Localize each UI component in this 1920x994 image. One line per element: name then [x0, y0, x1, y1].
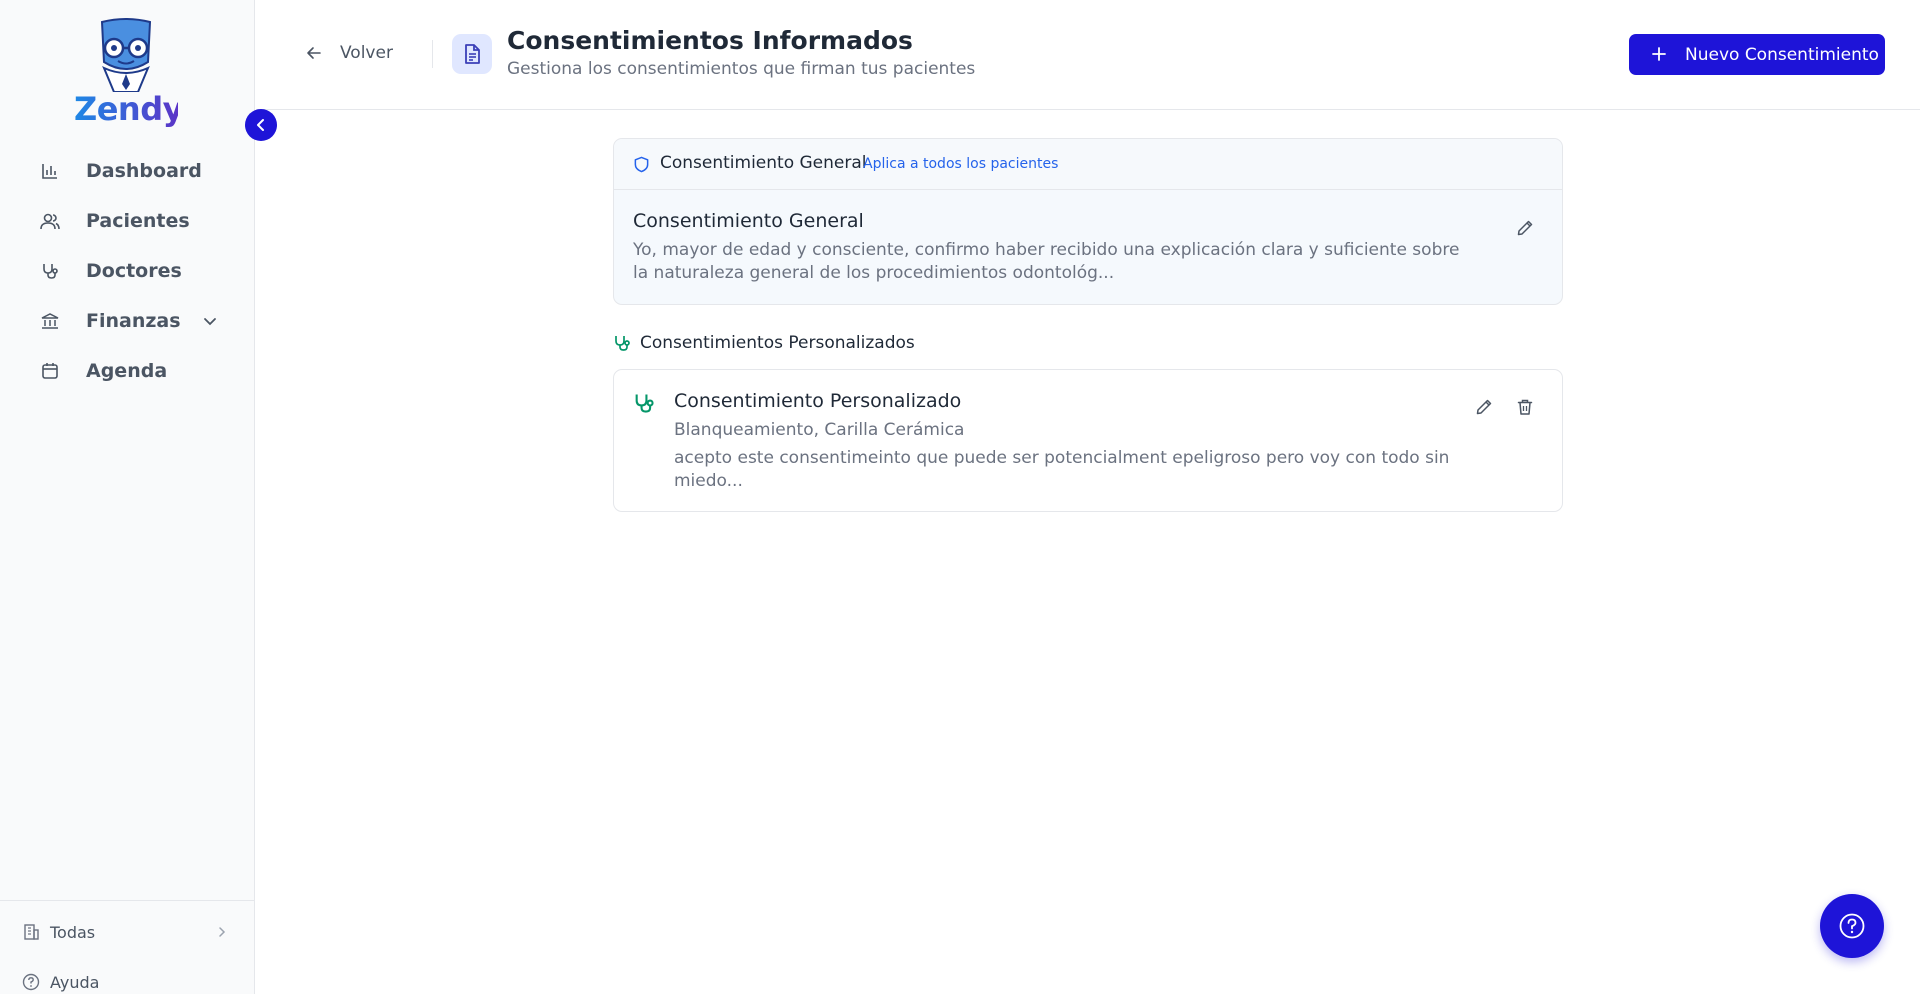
clinic-selector-label: Todas: [50, 922, 96, 942]
page-header: Volver Consentimientos Informados Gestio…: [256, 0, 1920, 110]
sidebar-item-label: Doctores: [86, 260, 182, 282]
shield-icon: [634, 156, 649, 173]
chevron-left-icon: [257, 119, 264, 131]
building-icon: [24, 924, 39, 940]
help-label: Ayuda: [50, 972, 100, 992]
users-icon: [40, 211, 60, 231]
chevron-down-icon: [204, 318, 216, 326]
arrow-left-icon: [307, 47, 321, 59]
sidebar-item-dashboard[interactable]: Dashboard: [28, 146, 238, 196]
sidebar-footer: Todas Ayuda: [0, 900, 255, 992]
mascot-icon: [100, 18, 152, 93]
plus-icon: [1652, 47, 1666, 61]
stethoscope-icon: [635, 394, 654, 413]
general-section-title: Consentimiento General: [660, 153, 867, 173]
sidebar-item-label: Dashboard: [86, 160, 202, 182]
brand-name: Zendy: [74, 90, 183, 128]
calendar-icon: [40, 361, 60, 381]
bar-chart-icon: [40, 161, 60, 181]
sidebar-item-label: Agenda: [86, 360, 168, 382]
help-circle-icon: [22, 973, 40, 991]
sidebar-item-label: Finanzas: [86, 310, 181, 332]
delete-custom-button[interactable]: [1512, 394, 1538, 420]
back-label: Volver: [340, 43, 393, 63]
general-scope-tag: Aplica a todos los pacientes: [863, 156, 1059, 172]
stethoscope-icon: [615, 336, 630, 351]
stethoscope-icon: [40, 261, 60, 281]
edit-general-button[interactable]: [1512, 215, 1538, 241]
sidebar-item-finanzas[interactable]: Finanzas: [28, 296, 238, 346]
chevron-right-icon: [219, 927, 226, 937]
sidebar: Zendy Dashboard Pacientes Doctores Finan…: [0, 0, 277, 994]
trash-icon: [1517, 399, 1533, 415]
help-fab-button[interactable]: [1820, 894, 1884, 958]
sidebar-item-doctores[interactable]: Doctores: [28, 246, 238, 296]
pencil-icon: [1476, 399, 1492, 415]
custom-consent-title: Consentimiento Personalizado: [674, 390, 962, 412]
sidebar-item-agenda[interactable]: Agenda: [28, 346, 238, 396]
general-consent-card: Consentimiento General Aplica a todos lo…: [613, 138, 1563, 305]
back-button[interactable]: Volver: [306, 38, 393, 68]
sidebar-item-pacientes[interactable]: Pacientes: [28, 196, 238, 246]
page-subtitle: Gestiona los consentimientos que firman …: [507, 59, 976, 79]
custom-section-title: Consentimientos Personalizados: [640, 333, 915, 353]
page-title: Consentimientos Informados: [507, 26, 913, 55]
new-consent-button[interactable]: Nuevo Consentimiento: [1629, 34, 1885, 75]
new-consent-label: Nuevo Consentimiento: [1685, 44, 1879, 65]
general-consent-title: Consentimiento General: [633, 210, 864, 232]
help-link[interactable]: Ayuda: [22, 967, 232, 994]
bank-icon: [40, 311, 60, 331]
custom-consents-heading: Consentimientos Personalizados: [613, 331, 915, 355]
custom-consent-procedures: Blanqueamiento, Carilla Cerámica: [674, 420, 965, 440]
document-icon: [452, 34, 492, 74]
sidebar-item-label: Pacientes: [86, 210, 190, 232]
zendy-logo[interactable]: Zendy: [74, 18, 183, 130]
help-circle-icon: [1839, 913, 1865, 939]
custom-consent-text: acepto este consentimeinto que puede ser…: [674, 448, 1450, 491]
pencil-icon: [1517, 220, 1533, 236]
edit-custom-button[interactable]: [1471, 394, 1497, 420]
custom-consent-card: Consentimiento Personalizado Blanqueamie…: [613, 369, 1563, 512]
general-consent-header: Consentimiento General Aplica a todos lo…: [614, 139, 1562, 190]
clinic-selector[interactable]: Todas: [22, 917, 232, 947]
collapse-sidebar-button[interactable]: [245, 109, 277, 141]
sidebar-nav: Dashboard Pacientes Doctores Finanzas Ag…: [28, 146, 238, 396]
general-consent-text: Yo, mayor de edad y consciente, confirmo…: [633, 240, 1460, 283]
header-divider: [432, 40, 433, 68]
